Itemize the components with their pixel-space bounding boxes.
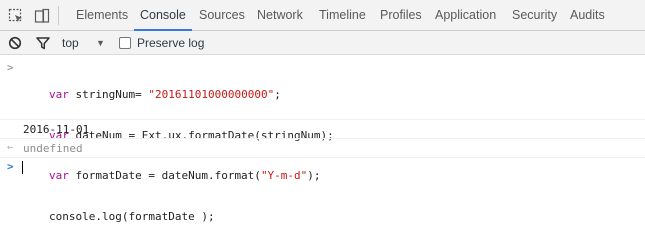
- console-messages[interactable]: > var stringNum= "20161101000000000"; va…: [0, 56, 645, 241]
- execution-context-select[interactable]: top: [62, 31, 79, 55]
- tab-sources[interactable]: Sources: [199, 0, 245, 31]
- tab-application[interactable]: Application: [435, 0, 496, 31]
- devtools-tab-bar: Elements Console Sources Network Timelin…: [0, 0, 645, 31]
- prompt-chevron-icon: >: [7, 160, 14, 173]
- tab-network[interactable]: Network: [257, 0, 303, 31]
- filter-icon[interactable]: [36, 31, 50, 55]
- dropdown-caret-icon[interactable]: ▼: [96, 31, 105, 55]
- device-mode-icon[interactable]: [31, 0, 53, 31]
- tab-elements[interactable]: Elements: [76, 0, 128, 31]
- execution-context-label: top: [62, 36, 79, 50]
- inspect-element-icon[interactable]: [5, 0, 27, 31]
- console-input-message: > var stringNum= "20161101000000000"; va…: [0, 60, 645, 223]
- console-log-message: 2016-11-01: [0, 120, 645, 139]
- tab-profiles[interactable]: Profiles: [380, 0, 422, 31]
- result-value: undefined: [23, 142, 83, 155]
- preserve-log-checkbox[interactable]: [119, 31, 131, 55]
- tab-timeline[interactable]: Timeline: [319, 0, 366, 31]
- log-output-text: 2016-11-01: [23, 123, 90, 136]
- toolbar-separator: [58, 6, 59, 25]
- code-line: console.log(formatDate );: [49, 209, 215, 223]
- console-prompt[interactable]: >: [0, 158, 645, 177]
- console-toolbar: top ▼ Preserve log: [0, 31, 645, 55]
- tab-security[interactable]: Security: [512, 0, 557, 31]
- result-arrow-icon: ←: [7, 142, 14, 153]
- tab-console[interactable]: Console: [134, 0, 192, 31]
- console-result-message: ← undefined: [0, 139, 645, 158]
- text-cursor: [22, 161, 23, 174]
- preserve-log-label[interactable]: Preserve log: [137, 31, 204, 55]
- clear-console-icon[interactable]: [8, 31, 22, 55]
- code-line: var stringNum= "20161101000000000";: [49, 88, 281, 101]
- tab-audits[interactable]: Audits: [570, 0, 605, 31]
- input-prompt-icon: >: [7, 61, 14, 74]
